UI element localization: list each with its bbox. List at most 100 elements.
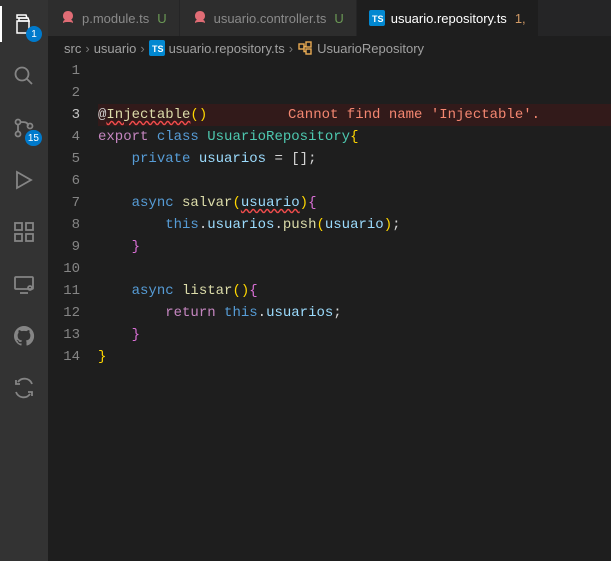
code-line[interactable]: [98, 82, 611, 104]
breadcrumb[interactable]: src › usuario › TS usuario.repository.ts…: [48, 36, 611, 60]
nest-icon: [60, 10, 76, 26]
tok-paren: (: [316, 217, 324, 233]
tok-async: async: [132, 283, 174, 299]
tok-export: export: [98, 129, 148, 145]
code-line[interactable]: [98, 170, 611, 192]
tok-brace: {: [308, 195, 316, 211]
crumb-symbol[interactable]: UsuarioRepository: [317, 41, 424, 56]
tok-brace: }: [132, 239, 140, 255]
ts-icon: TS: [149, 40, 165, 56]
error-inline: Cannot find name 'Injectable'.: [288, 104, 540, 126]
line-number: 14: [48, 346, 80, 368]
tok-arg: usuario: [325, 217, 384, 233]
code-line[interactable]: }: [98, 236, 611, 258]
line-number: 10: [48, 258, 80, 280]
chevron-right-icon: ›: [140, 41, 144, 56]
sync-button[interactable]: [0, 370, 48, 406]
tok-push: push: [283, 217, 317, 233]
code-line[interactable]: }: [98, 346, 611, 368]
tok-brace: {: [350, 129, 358, 145]
tok-class: class: [157, 129, 199, 145]
chevron-right-icon: ›: [289, 41, 293, 56]
tok-paren: (): [190, 107, 207, 123]
tab-usuario-controller[interactable]: usuario.controller.ts U: [180, 0, 357, 36]
tok-usuarios: usuarios: [207, 217, 274, 233]
tok-async: async: [132, 195, 174, 211]
tok-brace: }: [132, 327, 140, 343]
crumb-file[interactable]: usuario.repository.ts: [169, 41, 285, 56]
tab-label: p.module.ts: [82, 11, 149, 26]
svg-text:TS: TS: [152, 44, 164, 54]
remote-button[interactable]: [0, 266, 48, 302]
tok-classname: UsuarioRepository: [207, 129, 350, 145]
tok-private: private: [132, 151, 191, 167]
scm-button[interactable]: 15: [0, 110, 48, 146]
line-number: 5: [48, 148, 80, 170]
github-button[interactable]: [0, 318, 48, 354]
extensions-button[interactable]: [0, 214, 48, 250]
code-line[interactable]: [98, 258, 611, 280]
tok-listar: listar: [182, 283, 232, 299]
tok-brace: }: [98, 349, 106, 365]
code-line[interactable]: return this.usuarios;: [98, 302, 611, 324]
line-number: 12: [48, 302, 80, 324]
tab-label: usuario.controller.ts: [214, 11, 327, 26]
tok-injectable: Injectable: [106, 107, 190, 123]
tab-mod: 1,: [515, 11, 526, 26]
code-content[interactable]: @Injectable()Cannot find name 'Injectabl…: [98, 60, 611, 561]
crumb-src[interactable]: src: [64, 41, 81, 56]
tok-salvar: salvar: [182, 195, 232, 211]
class-icon: [297, 40, 313, 56]
tok-empty: []: [291, 151, 308, 167]
search-button[interactable]: [0, 58, 48, 94]
code-line[interactable]: @Injectable()Cannot find name 'Injectabl…: [98, 104, 611, 126]
tok-paren: ): [384, 217, 392, 233]
code-line[interactable]: async salvar(usuario){: [98, 192, 611, 214]
tok-eq: =: [274, 151, 282, 167]
tok-usuarios: usuarios: [199, 151, 266, 167]
line-number: 4: [48, 126, 80, 148]
line-number: 1: [48, 60, 80, 82]
line-number: 11: [48, 280, 80, 302]
tab-mod: U: [334, 11, 343, 26]
ts-icon: TS: [369, 10, 385, 26]
nest-icon: [192, 10, 208, 26]
chevron-right-icon: ›: [85, 41, 89, 56]
line-number: 3: [48, 104, 80, 126]
tok-return: return: [165, 305, 215, 321]
code-line[interactable]: }: [98, 324, 611, 346]
tok-this: this: [165, 217, 199, 233]
line-number: 7: [48, 192, 80, 214]
code-line[interactable]: private usuarios = [];: [98, 148, 611, 170]
activity-bar: 1 15: [0, 0, 48, 561]
line-number: 6: [48, 170, 80, 192]
line-gutter: 1 2 3 4 5 6 7 8 9 10 11 12 13 14: [48, 60, 98, 561]
editor-area: p.module.ts U usuario.controller.ts U TS…: [48, 0, 611, 561]
tok-brace: {: [249, 283, 257, 299]
explorer-button[interactable]: 1: [0, 6, 48, 42]
code-line[interactable]: export class UsuarioRepository{: [98, 126, 611, 148]
line-number: 9: [48, 236, 80, 258]
tab-mod: U: [157, 11, 166, 26]
svg-text:TS: TS: [372, 14, 384, 24]
tok-param: usuario: [241, 195, 300, 211]
line-number: 8: [48, 214, 80, 236]
tab-p-module[interactable]: p.module.ts U: [48, 0, 180, 36]
crumb-usuario[interactable]: usuario: [94, 41, 137, 56]
tab-bar: p.module.ts U usuario.controller.ts U TS…: [48, 0, 611, 36]
line-number: 2: [48, 82, 80, 104]
code-line[interactable]: [98, 60, 611, 82]
run-debug-button[interactable]: [0, 162, 48, 198]
code-editor[interactable]: 1 2 3 4 5 6 7 8 9 10 11 12 13 14 @Inject…: [48, 60, 611, 561]
tok-usuarios: usuarios: [266, 305, 333, 321]
line-number: 13: [48, 324, 80, 346]
explorer-badge: 1: [26, 26, 42, 42]
code-line[interactable]: async listar(){: [98, 280, 611, 302]
code-line[interactable]: this.usuarios.push(usuario);: [98, 214, 611, 236]
tok-paren: (: [232, 195, 240, 211]
scm-badge: 15: [25, 130, 42, 146]
tok-paren: ): [300, 195, 308, 211]
tok-this: this: [224, 305, 258, 321]
tok-paren: (): [232, 283, 249, 299]
tab-usuario-repository[interactable]: TS usuario.repository.ts 1,: [357, 0, 539, 36]
